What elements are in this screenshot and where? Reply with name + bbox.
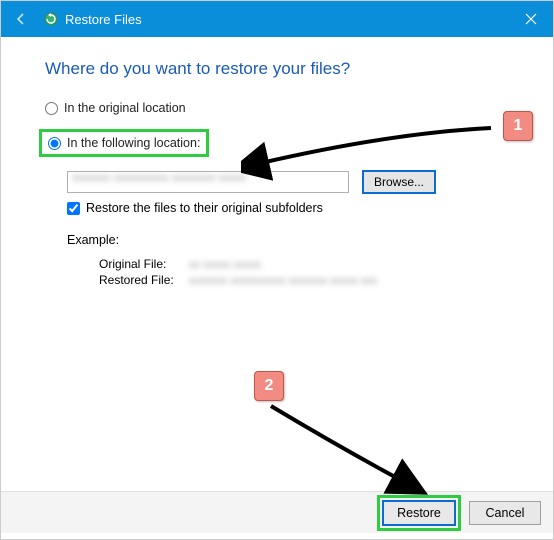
radio-following-label: In the following location:	[67, 136, 200, 150]
example-original-value: xx xxxxx xxxxx	[189, 257, 509, 271]
restore-highlight: Restore	[377, 495, 461, 531]
radio-original-location[interactable]: In the original location	[45, 101, 509, 115]
radio-following-input[interactable]	[48, 137, 61, 150]
checkbox-subfolders-input[interactable]	[67, 202, 80, 215]
close-icon[interactable]	[509, 1, 553, 37]
example-original-label: Original File:	[99, 257, 189, 271]
radio-original-input[interactable]	[45, 102, 58, 115]
checkbox-subfolders[interactable]: Restore the files to their original subf…	[67, 201, 509, 215]
path-row: xxxxxxx xxxxxxxxxx xxxxxxxx xxxxx Browse…	[67, 171, 509, 193]
restore-files-icon	[43, 11, 59, 27]
arrow-2	[266, 401, 436, 501]
back-icon[interactable]	[9, 7, 33, 31]
radio-original-label: In the original location	[64, 101, 186, 115]
dialog-footer: Restore Cancel	[1, 491, 553, 533]
example-restored-label: Restored File:	[99, 273, 189, 287]
restore-button[interactable]: Restore	[383, 501, 455, 525]
titlebar: Restore Files	[1, 1, 553, 37]
path-input[interactable]: xxxxxxx xxxxxxxxxx xxxxxxxx xxxxx	[67, 171, 349, 193]
callout-1: 1	[503, 111, 533, 141]
dialog-heading: Where do you want to restore your files?	[45, 59, 509, 79]
callout-2: 2	[254, 371, 284, 401]
example-restored-value: xxxxxxx xxxxxxxxxx xxxxxxx xxxxx xxx	[189, 273, 509, 287]
browse-button[interactable]: Browse...	[363, 171, 435, 193]
example-title: Example:	[67, 233, 509, 247]
checkbox-subfolders-label: Restore the files to their original subf…	[86, 201, 323, 215]
example-block: Example: Original File: xx xxxxx xxxxx R…	[67, 233, 509, 287]
cancel-button[interactable]: Cancel	[469, 501, 541, 525]
window-title: Restore Files	[65, 12, 142, 27]
radio-following-location[interactable]: In the following location:	[39, 129, 209, 157]
dialog-body: Where do you want to restore your files?…	[1, 37, 553, 287]
